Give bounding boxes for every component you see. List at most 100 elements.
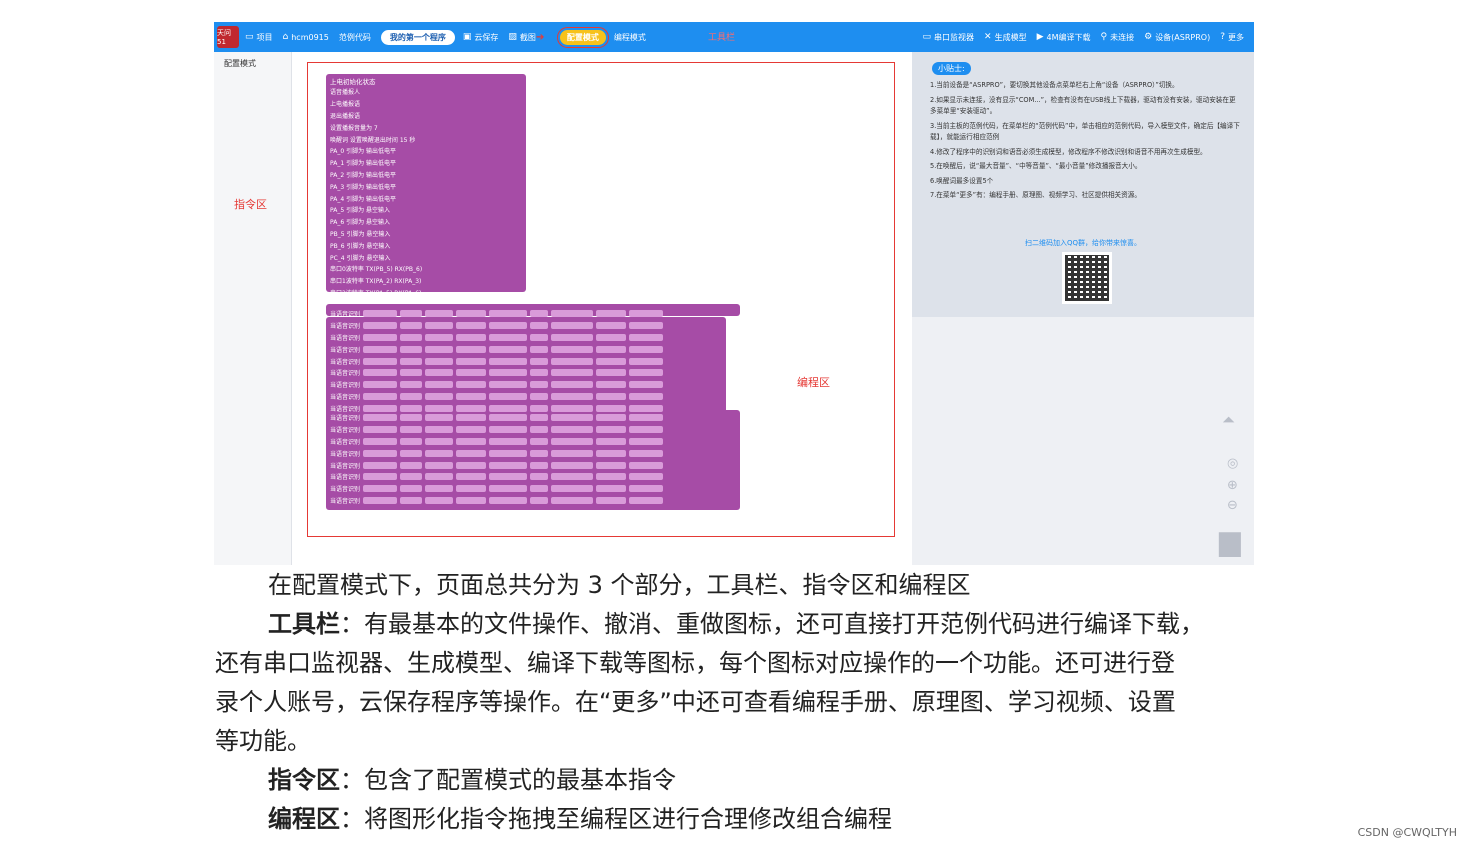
command-field[interactable] [530,426,549,434]
command-field[interactable] [629,404,664,412]
command-field[interactable] [425,404,454,412]
command-field[interactable] [489,333,528,341]
command-field[interactable] [456,381,487,389]
command-field[interactable] [551,392,594,400]
toolbar-item-user[interactable]: ⌂ hcm0915 [283,32,329,42]
command-field[interactable] [629,485,664,493]
command-field[interactable] [551,473,594,481]
init-row[interactable]: 设置播报音量为 7 [330,121,522,133]
command-field[interactable] [400,357,423,365]
command-field[interactable] [489,414,528,422]
command-field[interactable] [629,392,664,400]
command-field[interactable] [363,496,398,504]
command-field[interactable] [425,322,454,330]
command-field[interactable] [456,473,487,481]
command-field[interactable] [530,461,549,469]
init-row[interactable]: 串口1波特率 TX(PA_2) RX(PA_3) [330,275,522,287]
command-field[interactable] [363,461,398,469]
command-field[interactable] [530,496,549,504]
command-field[interactable] [530,357,549,365]
command-field[interactable] [530,322,549,330]
command-row[interactable]: 当语音识别 [330,367,738,379]
command-field[interactable] [596,404,627,412]
command-field[interactable] [489,345,528,353]
command-field[interactable] [400,473,423,481]
workspace[interactable]: 编程区 上电初始化状态 语音播报人 上电播报语 退出播报语 设置播报音量为 7 唤醒词 … [292,52,912,565]
command-field[interactable] [596,437,627,445]
command-row[interactable]: 当语音识别 [330,459,736,471]
command-field[interactable] [363,310,398,318]
command-field[interactable] [551,369,594,377]
command-field[interactable] [363,392,398,400]
toolbar-item-cloud-save[interactable]: ▣ 云保存 [463,32,499,43]
init-row[interactable]: 语音播报人 [330,86,522,98]
command-field[interactable] [363,426,398,434]
command-field[interactable] [425,437,454,445]
command-field[interactable] [363,322,398,330]
command-row[interactable]: 当语音识别 [330,343,738,355]
command-field[interactable] [425,345,454,353]
command-field[interactable] [489,310,528,318]
command-field[interactable] [363,357,398,365]
command-field[interactable] [363,381,398,389]
command-field[interactable] [530,345,549,353]
command-field[interactable] [551,414,594,422]
init-row[interactable]: PA_1 引脚为 输出低电平 [330,157,522,169]
command-field[interactable] [400,449,423,457]
command-row[interactable]: 当语音识别 [330,391,738,403]
command-field[interactable] [489,404,528,412]
command-field[interactable] [551,322,594,330]
toolbar-item-examples[interactable]: 范例代码 [339,32,371,43]
command-field[interactable] [596,310,627,318]
command-field[interactable] [456,414,487,422]
command-field[interactable] [629,414,664,422]
command-row[interactable]: 当语音识别 [330,355,738,367]
command-field[interactable] [530,414,549,422]
command-field[interactable] [456,345,487,353]
command-row[interactable]: 当语音识别 [330,402,738,414]
command-field[interactable] [530,485,549,493]
init-row[interactable]: 串口0波特率 TX(PB_5) RX(PB_6) [330,263,522,275]
command-field[interactable] [456,392,487,400]
command-field[interactable] [489,473,528,481]
command-field[interactable] [425,449,454,457]
command-field[interactable] [530,473,549,481]
command-row[interactable]: 当语音识别 [330,379,738,391]
command-field[interactable] [489,322,528,330]
command-field[interactable] [551,461,594,469]
command-field[interactable] [530,369,549,377]
command-block-group-b[interactable]: 当语音识别 当语音识别 当语音识别 当语音识别 当语音识别 当语音识别 当语音识别 当语音识别 [326,410,740,510]
trash-icon[interactable]: ▆ [1219,527,1241,555]
command-field[interactable] [629,437,664,445]
command-field[interactable] [530,449,549,457]
command-field[interactable] [456,449,487,457]
command-field[interactable] [425,461,454,469]
command-field[interactable] [400,333,423,341]
command-field[interactable] [363,473,398,481]
toolbar-item-connection[interactable]: ⚲ 未连接 [1101,32,1135,43]
command-field[interactable] [629,322,664,330]
command-field[interactable] [400,404,423,412]
config-mode-button[interactable]: 配置模式 [556,26,609,48]
command-field[interactable] [456,404,487,412]
command-field[interactable] [456,357,487,365]
command-field[interactable] [551,345,594,353]
command-field[interactable] [629,496,664,504]
command-field[interactable] [425,357,454,365]
command-field[interactable] [363,345,398,353]
init-row[interactable]: PA_5 引脚为 悬空输入 [330,204,522,216]
command-field[interactable] [456,485,487,493]
command-field[interactable] [596,414,627,422]
command-field[interactable] [629,426,664,434]
qq-group-link[interactable]: 扫二维码加入QQ群，给你带来惊喜。 [912,238,1254,248]
command-field[interactable] [400,369,423,377]
command-field[interactable] [489,496,528,504]
command-field[interactable] [425,414,454,422]
command-field[interactable] [456,310,487,318]
command-row[interactable]: 当语音识别 [330,483,736,495]
command-field[interactable] [400,485,423,493]
command-field[interactable] [425,310,454,318]
command-row[interactable]: 当语音识别 [330,320,738,332]
command-field[interactable] [629,369,664,377]
command-field[interactable] [425,333,454,341]
